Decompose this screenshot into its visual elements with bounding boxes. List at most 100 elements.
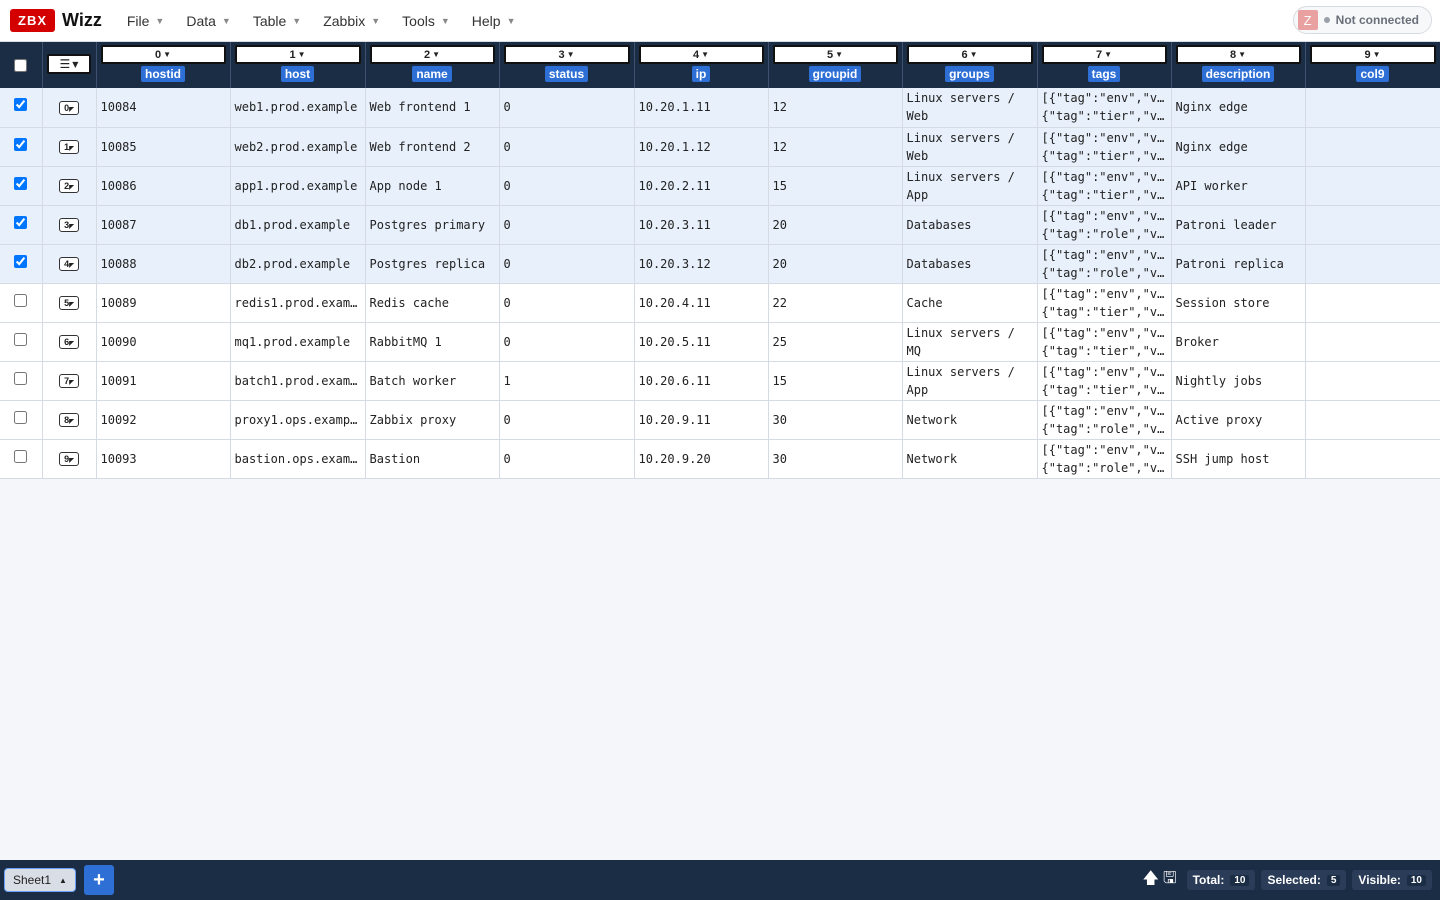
- cell-hostid[interactable]: 10089: [96, 283, 231, 323]
- cell-groupid[interactable]: 30: [768, 400, 903, 440]
- row-checkbox[interactable]: [14, 254, 28, 268]
- cell-groupid[interactable]: 30: [768, 439, 903, 479]
- row-checkbox[interactable]: [14, 332, 28, 346]
- cell-description[interactable]: Nginx edge: [1171, 88, 1306, 128]
- cell-groupid[interactable]: 20: [768, 244, 903, 284]
- cell-ip[interactable]: 10.20.1.11: [634, 88, 769, 128]
- column-menu-button[interactable]: 5 ▼: [772, 45, 898, 64]
- cell-description[interactable]: Session store: [1171, 283, 1306, 323]
- column-name[interactable]: name: [412, 66, 452, 82]
- cell-name[interactable]: Postgres primary: [365, 205, 500, 245]
- connection-status[interactable]: Z Not connected: [1292, 6, 1432, 34]
- cell-tags[interactable]: [{"tag":"env","v… {"tag":"role","v…: [1037, 205, 1172, 245]
- cell-name[interactable]: Web frontend 2: [365, 127, 500, 167]
- cell-name[interactable]: Redis cache: [365, 283, 500, 323]
- cell-host[interactable]: redis1.prod.exam…: [230, 283, 366, 323]
- row-menu-button[interactable]: 0◤: [59, 100, 79, 115]
- cell-groupid[interactable]: 12: [768, 88, 903, 128]
- cell-col9[interactable]: [1305, 244, 1440, 284]
- column-name[interactable]: groups: [945, 66, 994, 82]
- row-checkbox[interactable]: [14, 293, 28, 307]
- cell-col9[interactable]: [1305, 127, 1440, 167]
- menu-file[interactable]: File ▼: [116, 0, 175, 42]
- cell-tags[interactable]: [{"tag":"env","v… {"tag":"tier","v…: [1037, 361, 1172, 401]
- cell-groups[interactable]: Databases: [902, 244, 1038, 284]
- cell-ip[interactable]: 10.20.9.11: [634, 400, 769, 440]
- cell-ip[interactable]: 10.20.6.11: [634, 361, 769, 401]
- row-checkbox[interactable]: [14, 215, 28, 229]
- cell-host[interactable]: web1.prod.example: [230, 88, 366, 128]
- cell-ip[interactable]: 10.20.2.11: [634, 166, 769, 206]
- row-checkbox[interactable]: [14, 371, 28, 385]
- row-checkbox[interactable]: [14, 410, 28, 424]
- column-menu-button[interactable]: 1 ▼: [234, 45, 361, 64]
- cell-ip[interactable]: 10.20.3.12: [634, 244, 769, 284]
- cell-groups[interactable]: Linux servers / App: [902, 166, 1038, 206]
- column-name[interactable]: hostid: [141, 66, 185, 82]
- row-menu-button[interactable]: 8◤: [59, 413, 79, 427]
- cell-description[interactable]: Patroni replica: [1171, 244, 1306, 284]
- cell-ip[interactable]: 10.20.3.11: [634, 205, 769, 245]
- save-icon[interactable]: 🖫: [1163, 867, 1177, 894]
- menu-table[interactable]: Table ▼: [242, 0, 312, 42]
- cell-status[interactable]: 1: [499, 361, 635, 401]
- column-name[interactable]: host: [280, 66, 315, 82]
- cell-status[interactable]: 0: [499, 127, 635, 167]
- column-menu-button[interactable]: 0 ▼: [100, 45, 226, 64]
- table-row[interactable]: 0◤ 10084 web1.prod.example Web frontend 101…: [0, 88, 1440, 128]
- cell-ip[interactable]: 10.20.1.12: [634, 127, 769, 167]
- select-all-checkbox[interactable]: [14, 58, 28, 72]
- column-name[interactable]: ip: [691, 66, 711, 82]
- cell-ip[interactable]: 10.20.4.11: [634, 283, 769, 323]
- menu-zabbix[interactable]: Zabbix ▼: [312, 0, 391, 42]
- column-name[interactable]: tags: [1087, 66, 1121, 82]
- row-menu-button[interactable]: 6◤: [59, 335, 79, 349]
- menu-help[interactable]: Help ▼: [461, 0, 527, 42]
- cell-description[interactable]: API worker: [1171, 166, 1306, 206]
- cell-tags[interactable]: [{"tag":"env","v… {"tag":"tier","v…: [1037, 322, 1172, 362]
- column-menu-button[interactable]: 4 ▼: [638, 45, 764, 64]
- cell-name[interactable]: Zabbix proxy: [365, 400, 500, 440]
- cell-hostid[interactable]: 10086: [96, 166, 231, 206]
- cell-col9[interactable]: [1305, 439, 1440, 479]
- column-name[interactable]: groupid: [808, 66, 862, 82]
- cell-ip[interactable]: 10.20.5.11: [634, 322, 769, 362]
- cell-groupid[interactable]: 12: [768, 127, 903, 167]
- cell-tags[interactable]: [{"tag":"env","v… {"tag":"role","v…: [1037, 439, 1172, 479]
- cell-host[interactable]: batch1.prod.exam…: [230, 361, 366, 401]
- menu-tools[interactable]: Tools ▼: [391, 0, 461, 42]
- table-row[interactable]: 8◤ 10092 proxy1.ops.examp… Zabbix proxy 0 10.…: [0, 400, 1440, 440]
- cell-col9[interactable]: [1305, 361, 1440, 401]
- row-menu-button[interactable]: 9◤: [59, 452, 79, 466]
- menu-data[interactable]: Data ▼: [175, 0, 242, 42]
- cell-description[interactable]: Nginx edge: [1171, 127, 1306, 167]
- cell-col9[interactable]: [1305, 205, 1440, 245]
- cell-groupid[interactable]: 25: [768, 322, 903, 362]
- cell-groups[interactable]: Network: [902, 400, 1038, 440]
- row-menu-button[interactable]: 7◤: [59, 374, 79, 388]
- table-row[interactable]: 2◤ 10086 app1.prod.example App node 1 0 10.20…: [0, 166, 1440, 206]
- cell-description[interactable]: Active proxy: [1171, 400, 1306, 440]
- cell-name[interactable]: Postgres replica: [365, 244, 500, 284]
- cell-col9[interactable]: [1305, 400, 1440, 440]
- cell-status[interactable]: 0: [499, 205, 635, 245]
- cell-groups[interactable]: Cache: [902, 283, 1038, 323]
- cell-col9[interactable]: [1305, 88, 1440, 128]
- column-menu-button[interactable]: 8 ▼: [1175, 45, 1301, 64]
- add-sheet-button[interactable]: +: [83, 865, 114, 895]
- table-row[interactable]: 9◤ 10093 bastion.ops.exam… Bastion 0 10.20.9.…: [0, 439, 1440, 479]
- cell-groupid[interactable]: 15: [768, 361, 903, 401]
- row-menu-button[interactable]: 1◤: [59, 140, 79, 154]
- cell-name[interactable]: RabbitMQ 1: [365, 322, 500, 362]
- cell-groups[interactable]: Linux servers / App: [902, 361, 1038, 401]
- cell-groups[interactable]: Linux servers / Web: [902, 88, 1038, 128]
- cell-status[interactable]: 0: [499, 400, 635, 440]
- table-row[interactable]: 7◤ 10091 batch1.prod.exam… Batch worker 1 10.…: [0, 361, 1440, 401]
- table-row[interactable]: 6◤ 10090 mq1.prod.example RabbitMQ 1 0 10.20.…: [0, 322, 1440, 362]
- cell-groupid[interactable]: 15: [768, 166, 903, 206]
- cell-description[interactable]: Patroni leader: [1171, 205, 1306, 245]
- cell-description[interactable]: Broker: [1171, 322, 1306, 362]
- column-name[interactable]: col9: [1356, 66, 1389, 82]
- cell-groups[interactable]: Linux servers / MQ: [902, 322, 1038, 362]
- cell-tags[interactable]: [{"tag":"env","v… {"tag":"tier","v…: [1037, 166, 1172, 206]
